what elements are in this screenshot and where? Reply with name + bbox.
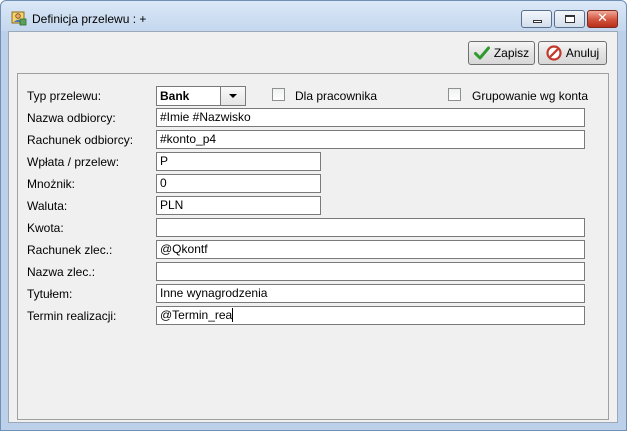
label-mnoznik: Mnożnik: bbox=[27, 177, 76, 191]
rachunek-zlec-input[interactable]: @Qkontf bbox=[156, 240, 585, 259]
maximize-button[interactable] bbox=[554, 10, 585, 28]
text-caret bbox=[232, 308, 234, 322]
maximize-icon bbox=[565, 15, 575, 23]
tytulem-input[interactable]: Inne wynagrodzenia bbox=[156, 284, 585, 303]
label-nazwa-odbiorcy: Nazwa odbiorcy: bbox=[27, 111, 116, 125]
rachunek-odbiorcy-input[interactable]: #konto_p4 bbox=[156, 130, 585, 149]
minimize-icon bbox=[533, 20, 542, 23]
typ-przelewu-select[interactable]: Bank bbox=[156, 86, 246, 106]
label-waluta: Waluta: bbox=[27, 199, 68, 213]
kwota-input[interactable] bbox=[156, 218, 585, 237]
cancel-button[interactable]: Anuluj bbox=[538, 41, 607, 65]
label-nazwa-zlec: Nazwa zlec.: bbox=[27, 265, 96, 279]
grupowanie-checkbox[interactable] bbox=[448, 88, 461, 101]
wplata-przelew-input[interactable]: P bbox=[156, 152, 321, 171]
termin-realizacji-value: @Termin_rea bbox=[160, 308, 233, 322]
label-rachunek-odbiorcy: Rachunek odbiorcy: bbox=[27, 133, 134, 147]
dialog-client-area: Zapisz Anuluj Typ przelewu: Bank Dla pra… bbox=[8, 31, 618, 423]
form-panel: Typ przelewu: Bank Dla pracownika Grupow… bbox=[17, 73, 609, 420]
close-icon: ✕ bbox=[597, 11, 608, 26]
typ-przelewu-value: Bank bbox=[160, 89, 190, 103]
close-button[interactable]: ✕ bbox=[587, 10, 618, 28]
cancel-icon bbox=[546, 45, 562, 61]
dialog-window: Definicja przelewu : + ✕ Zapisz Anuluj T… bbox=[0, 0, 627, 431]
dropdown-button[interactable] bbox=[220, 87, 245, 105]
label-typ-przelewu: Typ przelewu: bbox=[27, 89, 102, 103]
label-kwota: Kwota: bbox=[27, 221, 64, 235]
window-title: Definicja przelewu : + bbox=[32, 12, 147, 26]
label-tytulem: Tytułem: bbox=[27, 287, 73, 301]
waluta-input[interactable]: PLN bbox=[156, 196, 321, 215]
app-icon bbox=[11, 11, 27, 26]
mnoznik-input[interactable]: 0 bbox=[156, 174, 321, 193]
grupowanie-label: Grupowanie wg konta bbox=[472, 89, 589, 103]
title-bar[interactable]: Definicja przelewu : + ✕ bbox=[1, 1, 626, 31]
checkmark-icon bbox=[473, 46, 490, 60]
minimize-button[interactable] bbox=[521, 10, 552, 28]
label-wplata-przelew: Wpłata / przelew: bbox=[27, 155, 120, 169]
save-button[interactable]: Zapisz bbox=[468, 41, 535, 65]
nazwa-zlec-input[interactable] bbox=[156, 262, 585, 281]
cancel-button-label: Anuluj bbox=[565, 46, 600, 60]
save-button-label: Zapisz bbox=[493, 46, 530, 60]
nazwa-odbiorcy-input[interactable]: #Imie #Nazwisko bbox=[156, 108, 585, 127]
dla-pracownika-label: Dla pracownika bbox=[295, 89, 378, 103]
chevron-down-icon bbox=[229, 94, 237, 98]
label-termin-realizacji: Termin realizacji: bbox=[27, 309, 117, 323]
dla-pracownika-checkbox[interactable] bbox=[272, 88, 285, 101]
label-rachunek-zlec: Rachunek zlec.: bbox=[27, 243, 113, 257]
termin-realizacji-input[interactable]: @Termin_rea bbox=[156, 306, 585, 325]
